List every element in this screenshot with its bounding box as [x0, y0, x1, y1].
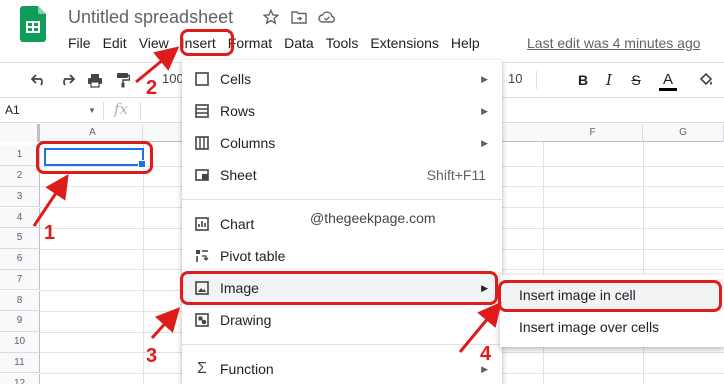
annotation-arrows	[32, 46, 502, 353]
step-number-1: 1	[44, 222, 56, 244]
step-number-4: 4	[480, 343, 492, 365]
step-number-3: 3	[146, 345, 158, 367]
arrow-1	[32, 174, 69, 227]
step-number-2: 2	[146, 77, 158, 99]
arrow-3	[150, 307, 181, 340]
